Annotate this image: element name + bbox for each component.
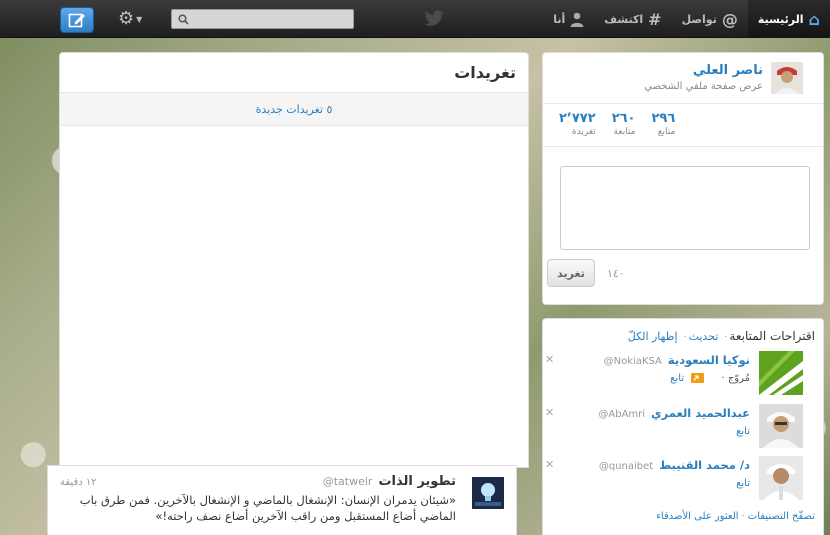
- tweet-avatar: [472, 477, 504, 509]
- show-all-link[interactable]: إظهار الكلّ: [628, 330, 678, 343]
- home-icon: ⌂: [808, 9, 820, 29]
- separator-dot: ·: [724, 332, 728, 343]
- suggestion-handle: @NokiaKSA: [603, 356, 662, 367]
- suggestion-name[interactable]: د/ محمد القنيبط @qunaibet: [599, 458, 750, 472]
- browse-categories-link[interactable]: تصفّح التصنيفات: [748, 511, 815, 522]
- nav-home-label: الرئيسية: [757, 12, 804, 26]
- main-nav: ⌂ الرئيسية @ تواصل # اكتشف أنا: [543, 0, 830, 38]
- tweet-content: تطوير الذات @tatweir «شيئان يدمران الإنس…: [58, 474, 456, 524]
- top-bar: ⚙ ▼ ⌂ الرئيسية @ تواصل # اكتشف أنا: [0, 0, 830, 38]
- profile-card: ناصر العلي عرض صفحة ملفي الشخصي ٢٬٧٧٢ تغ…: [542, 52, 824, 305]
- timeline-header: تغريدات: [60, 53, 528, 93]
- profile-name[interactable]: ناصر العلي: [693, 63, 763, 78]
- follow-link[interactable]: تابع: [736, 426, 750, 437]
- compose-icon: [68, 13, 85, 28]
- suggestion-qunaibet: د/ محمد القنيبط @qunaibet تابع ✕: [545, 456, 803, 502]
- stat-following[interactable]: ٢٦٠ متابعة: [612, 111, 636, 146]
- page-title: تغريدات: [454, 63, 516, 82]
- nav-connect-label: تواصل: [681, 12, 717, 26]
- char-counter: ١٤٠: [607, 266, 625, 280]
- tweet-item[interactable]: تطوير الذات @tatweir «شيئان يدمران الإنس…: [47, 465, 517, 535]
- abamri-avatar: [759, 404, 803, 448]
- profile-stats: ٢٬٧٧٢ تغريدة ٢٦٠ متابعة ٢٩٦ متابع: [543, 103, 823, 147]
- dismiss-icon[interactable]: ✕: [545, 353, 554, 366]
- person-icon: [570, 12, 584, 27]
- nav-me-label: أنا: [553, 12, 566, 26]
- dismiss-icon[interactable]: ✕: [545, 406, 554, 419]
- stat-followers-count: ٢٩٦: [651, 111, 676, 126]
- separator-dot: ·: [741, 511, 745, 522]
- promoted-icon: [691, 373, 705, 383]
- refresh-link[interactable]: تحديث: [689, 330, 719, 343]
- qunaibet-avatar: [759, 456, 803, 500]
- who-to-follow-footer: تصفّح التصنيفات·العثور على الأصدقاء: [656, 511, 815, 522]
- stat-following-count: ٢٦٠: [611, 111, 636, 126]
- who-to-follow-card: اقتراحات المتابعة· تحديث· إظهار الكلّ نو…: [542, 318, 824, 535]
- follow-link[interactable]: تابع: [670, 373, 684, 384]
- profile-header[interactable]: ناصر العلي عرض صفحة ملفي الشخصي: [543, 53, 823, 103]
- compose-area: [543, 147, 823, 253]
- compose-footer: تغريد ١٤٠: [547, 259, 625, 287]
- profile-avatar: [771, 62, 803, 94]
- find-friends-link[interactable]: العثور على الأصدقاء: [656, 511, 738, 522]
- separator-dot: ·: [683, 332, 687, 343]
- suggestion-name-text: عبدالحميد العمري: [651, 406, 750, 420]
- stat-tweets[interactable]: ٢٬٧٧٢ تغريدة: [559, 111, 596, 146]
- promoted-text: مُروّج ·: [721, 373, 750, 384]
- suggestion-handle: @qunaibet: [598, 461, 654, 472]
- nokia-avatar: [759, 351, 803, 395]
- search-box: [171, 9, 354, 29]
- tweet-header: تطوير الذات @tatweir: [58, 474, 456, 490]
- stat-followers[interactable]: ٢٩٦ متابع: [652, 111, 676, 146]
- tweet-author-name[interactable]: تطوير الذات: [378, 474, 456, 489]
- compose-tweet-button[interactable]: [60, 7, 94, 33]
- tweet-button[interactable]: تغريد: [547, 259, 595, 287]
- view-profile-link[interactable]: عرض صفحة ملفي الشخصي: [644, 81, 763, 92]
- who-to-follow-header: اقتراحات المتابعة· تحديث· إظهار الكلّ: [628, 329, 815, 343]
- search-input[interactable]: [193, 10, 343, 28]
- suggestion-name-text: د/ محمد القنيبط: [659, 458, 750, 472]
- settings-menu[interactable]: ⚙ ▼: [118, 9, 142, 29]
- stat-following-label: متابعة: [613, 127, 636, 137]
- nav-me[interactable]: أنا: [543, 0, 594, 38]
- nav-discover[interactable]: # اكتشف: [594, 0, 671, 38]
- suggestion-abamri: عبدالحميد العمري @AbAmri تابع ✕: [545, 404, 803, 450]
- gear-icon: ⚙: [118, 8, 135, 29]
- suggestion-handle: @AbAmri: [598, 409, 646, 420]
- tweet-author-handle[interactable]: @tatweir: [323, 475, 373, 488]
- suggestion-name-text: نوكيا السعودية: [667, 353, 750, 367]
- tweet-compose-input[interactable]: [560, 166, 810, 250]
- twitter-bird-icon: [424, 10, 444, 26]
- stat-tweets-label: تغريدة: [571, 127, 596, 137]
- timeline-panel: تغريدات ٥ تغريدات جديدة: [59, 52, 529, 468]
- dismiss-icon[interactable]: ✕: [545, 458, 554, 471]
- nav-connect[interactable]: @ تواصل: [672, 0, 748, 38]
- tweet-timestamp[interactable]: ١٢ دقيقة: [60, 477, 97, 488]
- who-to-follow-title: اقتراحات المتابعة: [729, 329, 815, 343]
- promoted-label: مُروّج · تابع: [670, 373, 750, 384]
- suggestion-nokia: نوكيا السعودية @NokiaKSA مُروّج · تابع ✕: [545, 351, 803, 397]
- follow-link[interactable]: تابع: [736, 478, 750, 489]
- caret-down-icon: ▼: [136, 14, 143, 24]
- new-tweets-bar[interactable]: ٥ تغريدات جديدة: [60, 93, 528, 126]
- stat-tweets-count: ٢٬٧٧٢: [559, 111, 596, 126]
- suggestion-name[interactable]: عبدالحميد العمري @AbAmri: [598, 406, 750, 420]
- tweet-text: «شيئان يدمران الإنسان: الإنشغال بالماضي …: [79, 493, 456, 523]
- nav-home[interactable]: ⌂ الرئيسية: [747, 0, 830, 38]
- search-icon: [178, 13, 189, 25]
- stat-followers-label: متابع: [657, 127, 676, 137]
- nav-discover-label: اكتشف: [604, 12, 644, 26]
- at-icon: @: [721, 9, 738, 29]
- suggestion-name[interactable]: نوكيا السعودية @NokiaKSA: [604, 353, 750, 367]
- hash-icon: #: [648, 9, 662, 29]
